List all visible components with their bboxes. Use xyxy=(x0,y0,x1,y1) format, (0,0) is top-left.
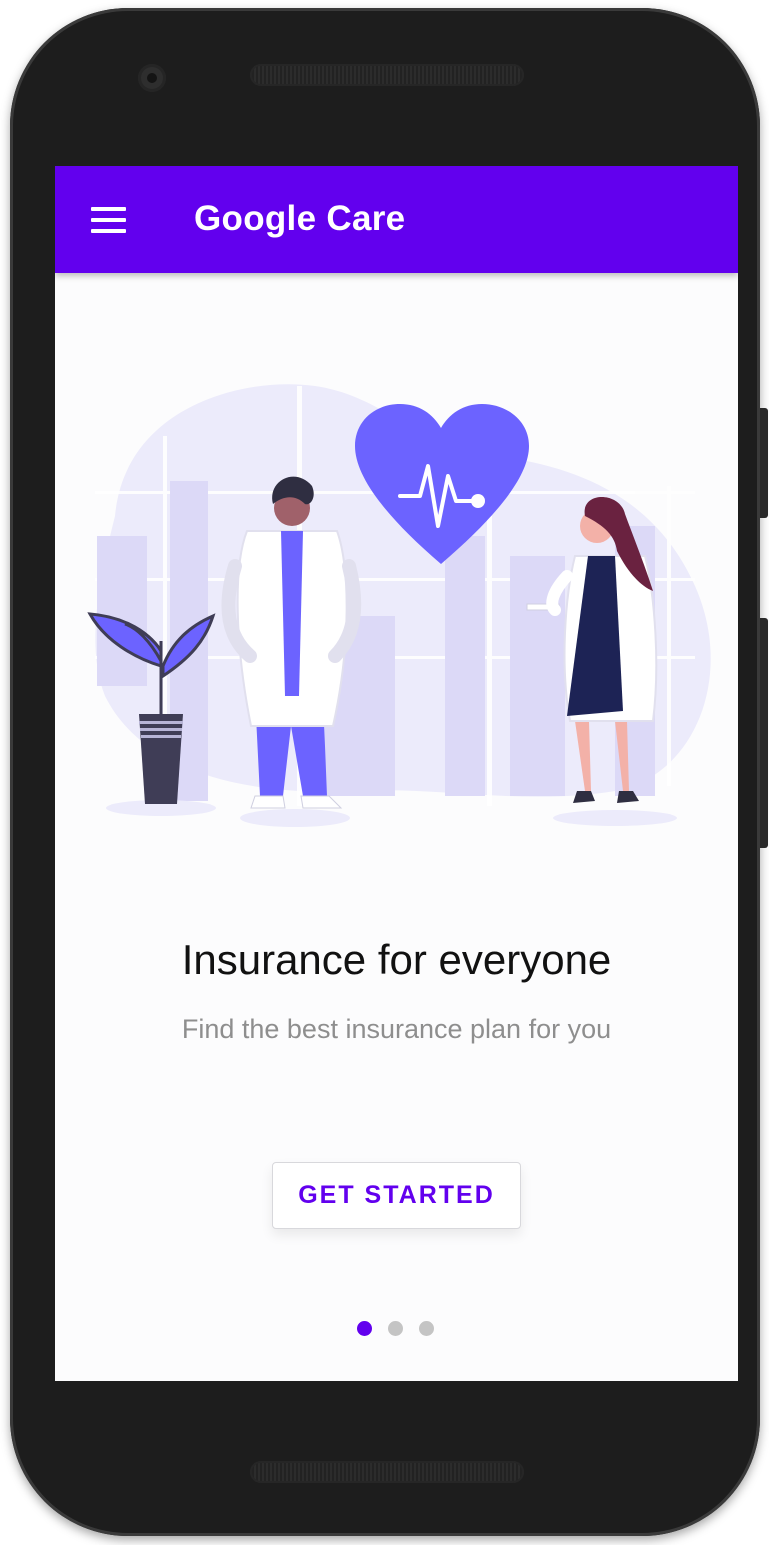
get-started-button[interactable]: GET STARTED xyxy=(272,1162,521,1229)
front-camera-icon xyxy=(138,64,166,92)
bottom-speaker-grille xyxy=(250,1461,524,1483)
phone-volume-button xyxy=(760,408,768,518)
top-speaker-grille xyxy=(250,64,524,86)
app-screen: Google Care Insurance for everyone Find … xyxy=(55,166,738,1381)
doctors-heart-illustration xyxy=(87,384,711,827)
onboarding-subtitle: Find the best insurance plan for you xyxy=(181,1014,612,1044)
top-app-bar: Google Care xyxy=(55,166,738,273)
app-title: Google Care xyxy=(194,199,406,238)
page-dot-3[interactable] xyxy=(419,1321,434,1336)
phone-frame: Google Care Insurance for everyone Find … xyxy=(10,8,768,1536)
phone-power-button xyxy=(760,618,768,848)
page-dot-2[interactable] xyxy=(388,1321,403,1336)
onboarding-headline: Insurance for everyone xyxy=(181,936,612,983)
page-dot-1[interactable] xyxy=(357,1321,372,1336)
menu-icon[interactable] xyxy=(91,207,126,233)
